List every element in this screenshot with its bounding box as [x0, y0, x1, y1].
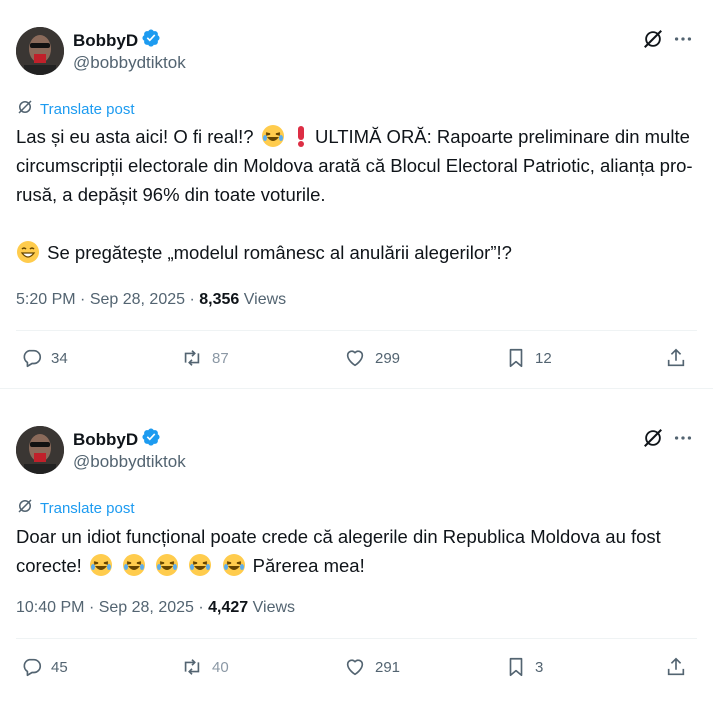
translate-post-link[interactable]: Translate post: [16, 497, 135, 519]
meta-separator: ·: [189, 291, 195, 308]
reply-count: 34: [51, 349, 68, 367]
author-row: BobbyD: [73, 28, 161, 53]
repost-button[interactable]: 40: [180, 656, 229, 678]
bookmark-count: 12: [535, 349, 552, 367]
like-button[interactable]: 291: [343, 656, 400, 678]
reply-button[interactable]: 34: [21, 347, 68, 369]
laughing-emoji-icon: [261, 124, 285, 148]
reply-button[interactable]: 45: [21, 656, 68, 678]
laughing-emoji-icon: [222, 553, 246, 577]
views-count: 4,427: [208, 599, 249, 616]
divider: [16, 330, 697, 331]
author-handle[interactable]: @bobbydtiktok: [73, 452, 186, 472]
like-button[interactable]: 299: [343, 347, 400, 369]
author-handle[interactable]: @bobbydtiktok: [73, 53, 186, 73]
avatar[interactable]: [16, 426, 64, 474]
like-count: 291: [375, 658, 401, 676]
meta-separator: ·: [198, 599, 204, 616]
bookmark-icon: [505, 656, 527, 678]
reply-icon: [21, 347, 43, 369]
post-1[interactable]: BobbyD @bobbydtiktok Translate post Las …: [0, 0, 713, 389]
bookmark-icon: [505, 347, 527, 369]
author-row: BobbyD: [73, 427, 161, 452]
grok-icon[interactable]: [642, 28, 664, 50]
post-2[interactable]: BobbyD @bobbydtiktok Translate post Doar…: [0, 389, 713, 713]
like-icon: [343, 656, 367, 678]
repost-icon: [180, 347, 204, 369]
laughing-emoji-icon: [188, 553, 212, 577]
verified-badge-icon: [141, 427, 161, 452]
post-meta: 5:20 PM · Sep 28, 2025 · 8,356 Views: [16, 291, 286, 309]
reply-icon: [21, 656, 43, 678]
post-text-part: Părerea mea!: [252, 555, 365, 576]
repost-count: 40: [212, 658, 229, 676]
translate-label: Translate post: [40, 100, 135, 118]
like-icon: [343, 347, 367, 369]
grinning-emoji-icon: [16, 240, 40, 264]
author-name[interactable]: BobbyD: [73, 31, 138, 51]
repost-count: 87: [212, 349, 229, 367]
repost-icon: [180, 656, 204, 678]
share-icon: [665, 656, 687, 678]
bookmark-count: 3: [535, 658, 544, 676]
verified-badge-icon: [141, 28, 161, 53]
meta-separator: ·: [88, 599, 95, 616]
meta-separator: ·: [80, 291, 86, 308]
translate-post-link[interactable]: Translate post: [16, 98, 135, 120]
more-icon[interactable]: [672, 427, 694, 449]
post-time[interactable]: 10:40 PM: [16, 599, 84, 616]
avatar[interactable]: [16, 27, 64, 75]
more-icon[interactable]: [672, 28, 694, 50]
post-text-part: Las și eu asta aici! O fi real!?: [16, 126, 254, 147]
divider: [16, 638, 697, 639]
views-label: Views: [243, 291, 287, 308]
share-icon: [665, 347, 687, 369]
bookmark-button[interactable]: 3: [505, 656, 543, 678]
post-date[interactable]: Sep 28, 2025: [90, 291, 185, 308]
share-button[interactable]: [665, 656, 687, 678]
laughing-emoji-icon: [155, 553, 179, 577]
views-count: 8,356: [199, 291, 240, 308]
repost-button[interactable]: 87: [180, 347, 229, 369]
translate-icon: [16, 98, 34, 120]
share-button[interactable]: [665, 347, 687, 369]
like-count: 299: [375, 349, 401, 367]
post-text: Doar un idiot funcțional poate crede că …: [16, 522, 696, 580]
post-text: Las și eu asta aici! O fi real!? ULTIMĂ …: [16, 122, 696, 267]
exclamation-emoji-icon: [294, 124, 308, 148]
laughing-emoji-icon: [122, 553, 146, 577]
reply-count: 45: [51, 658, 68, 676]
laughing-emoji-icon: [89, 553, 113, 577]
grok-icon[interactable]: [642, 427, 664, 449]
post-text-part: Se pregătește „modelul românesc al anulă…: [47, 242, 512, 263]
views-label: Views: [252, 599, 296, 616]
post-time[interactable]: 5:20 PM: [16, 291, 76, 308]
translate-label: Translate post: [40, 499, 135, 517]
post-date[interactable]: Sep 28, 2025: [99, 599, 194, 616]
post-meta: 10:40 PM · Sep 28, 2025 · 4,427 Views: [16, 599, 295, 617]
bookmark-button[interactable]: 12: [505, 347, 552, 369]
translate-icon: [16, 497, 34, 519]
author-name[interactable]: BobbyD: [73, 430, 138, 450]
